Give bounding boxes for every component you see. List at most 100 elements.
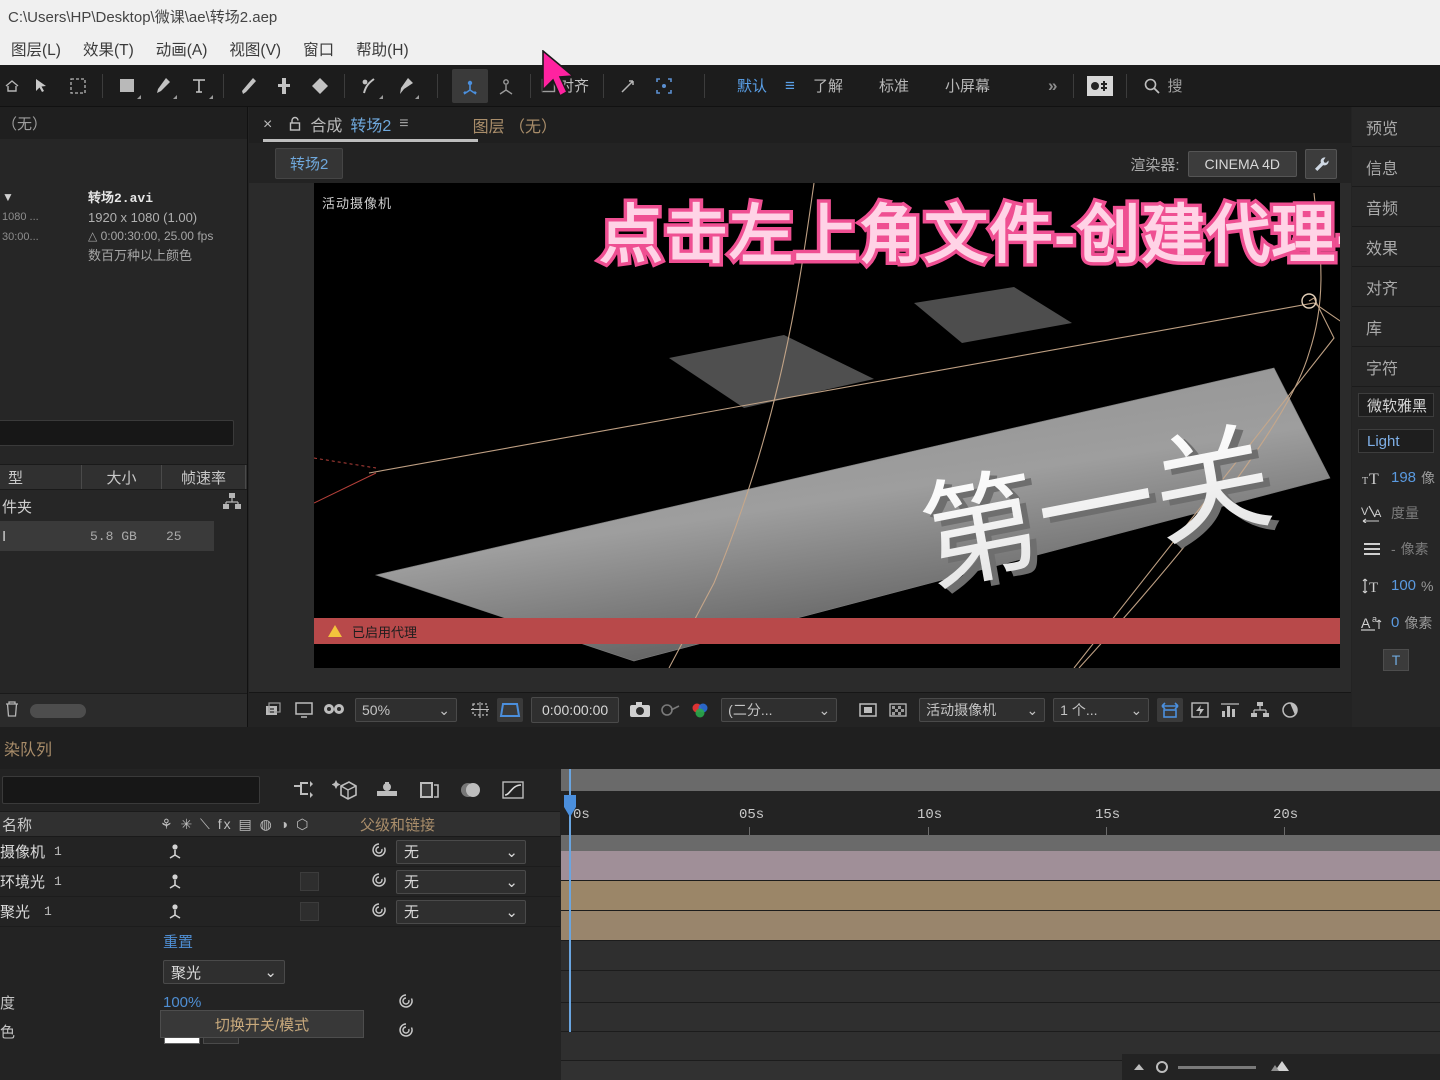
reset-link[interactable]: 重置 <box>163 931 193 952</box>
current-time-indicator-head[interactable] <box>562 795 578 819</box>
view-camera-select[interactable]: 活动摄像机 ⌄ <box>919 698 1046 722</box>
project-col-size[interactable]: 大小 <box>82 465 162 489</box>
layer-3d-switch-icon[interactable] <box>166 901 184 923</box>
project-hierarchy-icon[interactable] <box>222 493 242 514</box>
thumb-collapse-icon[interactable]: ▼ <box>2 187 39 207</box>
timeline-layer-row-spot-light[interactable]: 聚光 1 无 ⌄ <box>0 897 560 927</box>
layer-tab[interactable]: 图层 （无） <box>473 113 557 137</box>
timeline-search-input[interactable] <box>2 776 260 804</box>
region-of-interest-icon[interactable] <box>497 698 523 722</box>
always-preview-icon[interactable] <box>261 698 287 722</box>
draft-3d-icon[interactable] <box>332 778 358 802</box>
close-icon[interactable]: × <box>263 116 272 134</box>
grid-guides-icon[interactable] <box>467 698 493 722</box>
snap-target-icon[interactable] <box>646 69 682 103</box>
fast-previews-icon[interactable] <box>1187 698 1213 722</box>
layer-3d-switch-icon[interactable] <box>166 841 184 863</box>
timeline-jump-icon[interactable] <box>1217 698 1243 722</box>
workspace-settings-icon[interactable] <box>1080 69 1120 103</box>
timeline-work-area-top[interactable] <box>561 769 1440 791</box>
resolution-select[interactable]: (二分... ⌄ <box>721 698 838 722</box>
parent-pickwhip-icon[interactable] <box>370 841 388 863</box>
baseline-shift-value[interactable]: 0 <box>1391 614 1399 631</box>
parent-select[interactable]: 无 ⌄ <box>396 899 526 924</box>
tracking-value[interactable]: 度量 <box>1391 503 1419 523</box>
timeline-ruler[interactable]: 0s 05s 10s 15s 20s <box>561 791 1440 835</box>
parent-select[interactable]: 无 ⌄ <box>396 869 526 894</box>
eraser-tool-icon[interactable] <box>302 69 338 103</box>
breadcrumb[interactable]: 转场2 <box>275 147 344 179</box>
layer-bar-camera[interactable] <box>561 851 1440 881</box>
faux-bold-icon[interactable]: T <box>1382 648 1410 671</box>
workspace-smallscreen[interactable]: 小屏幕 <box>927 75 1008 96</box>
magnification-select[interactable]: 50% ⌄ <box>355 698 457 722</box>
timeline-time-area[interactable]: 0s 05s 10s 15s 20s <box>561 769 1440 1080</box>
composition-mini-flowchart-icon[interactable] <box>290 778 316 802</box>
search-field[interactable]: 搜 <box>1133 75 1182 96</box>
light-type-select[interactable]: 聚光 ⌄ <box>163 960 285 984</box>
transparency-grid-icon[interactable] <box>855 698 881 722</box>
puppet-pin-icon[interactable] <box>387 69 423 103</box>
renderer-value[interactable]: CINEMA 4D <box>1187 151 1297 177</box>
menu-item-animation[interactable]: 动画(A) <box>145 38 219 60</box>
align-checkbox-icon[interactable] <box>537 69 559 103</box>
layer-mode-box[interactable] <box>300 872 319 891</box>
composition-stage[interactable]: 第一关 第一关 活动摄像机 点击左上角文件-创建代理-景 已启用代理 <box>314 183 1340 668</box>
home-icon[interactable] <box>0 69 24 103</box>
vertical-scale-value[interactable]: 100 <box>1391 577 1416 594</box>
zoom-in-icon[interactable] <box>1270 1060 1290 1075</box>
show-snapshot-icon[interactable] <box>657 698 683 722</box>
project-search-input[interactable] <box>0 420 234 446</box>
exposure-reset-icon[interactable] <box>1277 698 1303 722</box>
panel-tab-align[interactable]: 对齐 <box>1352 267 1440 307</box>
take-snapshot-icon[interactable] <box>627 698 653 722</box>
menu-item-help[interactable]: 帮助(H) <box>345 38 420 60</box>
snapping-icon[interactable] <box>610 69 646 103</box>
timeline-work-area-bottom[interactable] <box>561 835 1440 851</box>
parent-pickwhip-icon[interactable] <box>370 901 388 923</box>
color-stopwatch-icon[interactable] <box>397 1021 415 1043</box>
leading-value[interactable]: - <box>1391 541 1396 557</box>
shape-tool-icon[interactable] <box>109 69 145 103</box>
composition-viewer[interactable]: 第一关 第一关 活动摄像机 点击左上角文件-创建代理-景 已启用代理 <box>249 183 1351 692</box>
workspace-overflow-icon[interactable]: » <box>1038 76 1067 96</box>
menu-item-view[interactable]: 视图(V) <box>218 38 292 60</box>
type-tool-icon[interactable] <box>181 69 217 103</box>
project-panel-tab[interactable]: （无） <box>0 107 247 139</box>
local-axis-mode-icon[interactable] <box>452 68 488 103</box>
layer-bar-ambient-light[interactable] <box>561 881 1440 911</box>
project-list-item-footage[interactable]: I 5.8 GB 25 <box>0 521 214 551</box>
pixel-aspect-correction-icon[interactable] <box>1157 698 1184 722</box>
panel-tab-character[interactable]: 字符 <box>1352 347 1440 387</box>
zoom-slider-track[interactable] <box>1178 1065 1256 1069</box>
hand-tool-icon[interactable] <box>60 69 96 103</box>
parent-select[interactable]: 无 ⌄ <box>396 839 526 864</box>
panel-tab-effects[interactable]: 效果 <box>1352 227 1440 267</box>
workspace-learn[interactable]: 了解 <box>795 75 861 96</box>
property-track-1[interactable] <box>561 941 1440 971</box>
delete-icon[interactable] <box>4 700 20 721</box>
layer-bar-spot-light[interactable] <box>561 911 1440 941</box>
timeline-layer-row-ambient-light[interactable]: 环境光 1 无 ⌄ <box>0 867 560 897</box>
hide-shy-layers-icon[interactable] <box>374 778 400 802</box>
comp-flowchart-icon[interactable] <box>1247 698 1273 722</box>
zoom-slider-knob[interactable] <box>1156 1061 1168 1073</box>
layer-mode-box[interactable] <box>300 902 319 921</box>
workspace-default[interactable]: 默认 <box>719 75 785 96</box>
toggle-mask-icon[interactable] <box>885 698 911 722</box>
roto-brush-icon[interactable] <box>351 69 387 103</box>
property-track-2[interactable] <box>561 971 1440 1003</box>
view-layout-select[interactable]: 1 个... ⌄ <box>1053 698 1150 722</box>
timeline-layer-row-camera[interactable]: 摄像机 1 无 ⌄ <box>0 837 560 867</box>
3d-glasses-icon[interactable] <box>321 698 347 722</box>
graph-editor-icon[interactable] <box>500 778 526 802</box>
brush-tool-icon[interactable] <box>230 69 266 103</box>
workspace-menu-icon[interactable]: ≡ <box>785 76 795 96</box>
motion-blur-icon[interactable] <box>458 778 484 802</box>
lock-icon[interactable] <box>288 116 302 135</box>
panel-tab-info[interactable]: 信息 <box>1352 147 1440 187</box>
project-list-item-folder[interactable]: 件夹 <box>0 491 247 521</box>
menu-item-effect[interactable]: 效果(T) <box>72 38 145 60</box>
comp-tab-menu-icon[interactable]: ≡ <box>399 115 408 133</box>
render-queue-tab[interactable]: 染队列 <box>4 736 52 760</box>
